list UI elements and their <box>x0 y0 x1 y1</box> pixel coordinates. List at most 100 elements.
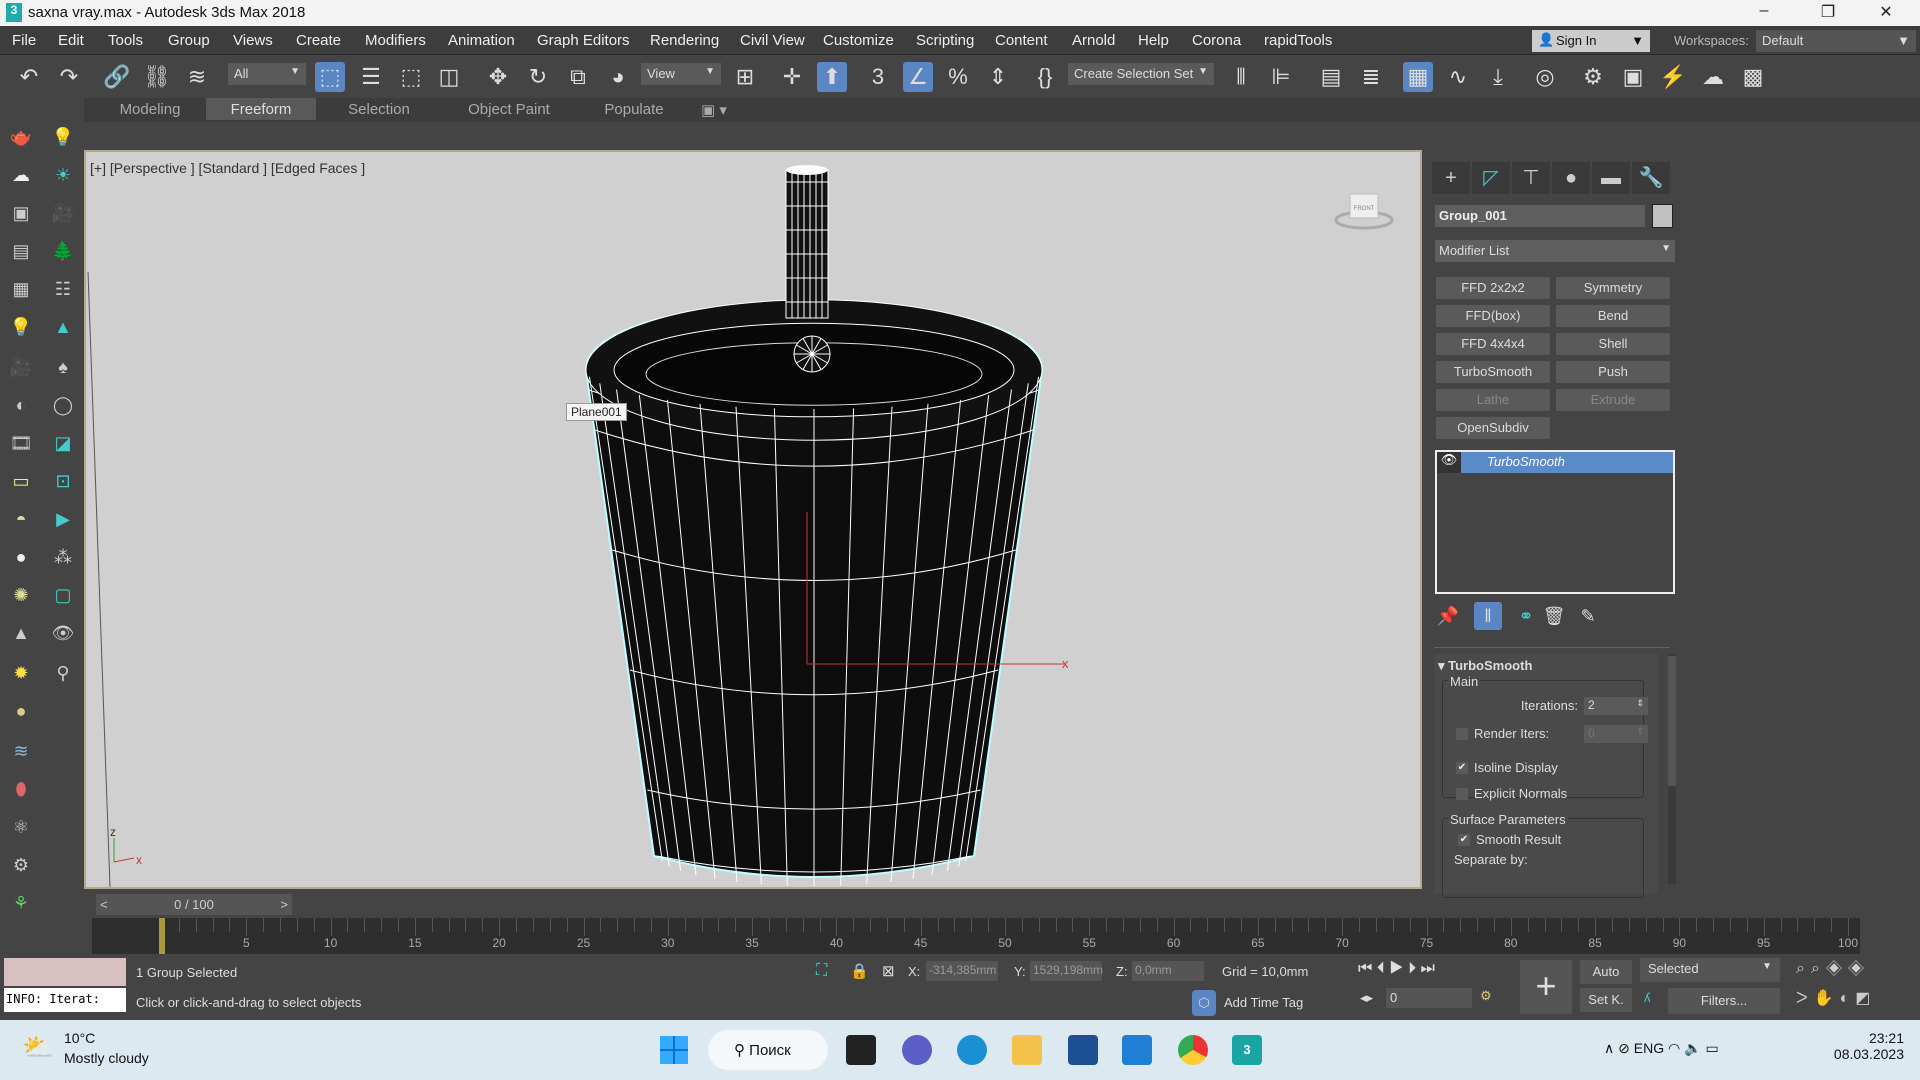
object-color-swatch[interactable] <box>1652 204 1673 228</box>
cloud-icon[interactable]: ☁ <box>8 162 34 188</box>
go-to-end-icon[interactable]: ⏭ <box>1421 960 1435 977</box>
rollout-title[interactable]: ▾ TurboSmooth <box>1438 658 1532 674</box>
bind-space-warp-icon[interactable]: ≋ <box>182 62 212 92</box>
menu-create[interactable]: Create <box>296 32 341 49</box>
redo-icon[interactable]: ↷ <box>54 62 84 92</box>
time-tag-icon[interactable]: ⬡ <box>1192 990 1216 1016</box>
clock[interactable]: 23:21 08.03.2023 <box>1820 1030 1904 1062</box>
eye-icon[interactable]: 👁 <box>1437 452 1461 473</box>
zoom-icon[interactable]: ⌕ <box>1796 960 1811 977</box>
tab-modeling[interactable]: Modeling <box>96 98 204 120</box>
menu-tools[interactable]: Tools <box>108 32 143 49</box>
render-cloud-icon[interactable]: ☁ <box>1698 62 1728 92</box>
group-icon[interactable]: ⁂ <box>50 544 76 570</box>
pill-icon[interactable]: ⬮ <box>8 776 34 802</box>
key-filter-dropdown[interactable]: Selected ▼ <box>1640 958 1780 982</box>
display-icon[interactable]: ▶ <box>50 506 76 532</box>
zoom-all-icon[interactable]: ⌕ <box>1811 960 1826 977</box>
menu-animation[interactable]: Animation <box>448 32 515 49</box>
sun-light-icon[interactable]: ✹ <box>8 660 34 686</box>
render-icon[interactable]: ◪ <box>50 430 76 456</box>
placement-icon[interactable]: ◕ <box>603 62 633 92</box>
panel-icon[interactable]: ▤ <box>8 238 34 264</box>
teapot-icon[interactable]: 🫖 <box>8 124 34 150</box>
create-selection-set-dropdown[interactable]: Create Selection Set ▼ <box>1068 63 1214 85</box>
list-icon[interactable]: ☷ <box>50 276 76 302</box>
light-bulb-icon[interactable]: 💡 <box>50 124 76 150</box>
menu-rendering[interactable]: Rendering <box>650 32 719 49</box>
cone-icon[interactable]: ▲ <box>8 620 34 646</box>
z-coordinate-field[interactable]: 0,0mm <box>1132 961 1204 981</box>
window-crossing-icon[interactable]: ◫ <box>434 62 464 92</box>
tab-selection[interactable]: Selection <box>324 98 434 120</box>
maxscript-listener[interactable] <box>4 958 126 986</box>
layer-icon[interactable]: ⊡ <box>50 468 76 494</box>
bulb-icon[interactable]: ⚲ <box>50 660 76 686</box>
smooth-result-checkbox[interactable]: ✔ <box>1458 834 1470 846</box>
auto-key-button[interactable]: Auto <box>1580 960 1632 984</box>
fov-icon[interactable]: ᐳ <box>1796 990 1814 1007</box>
render-setup-icon[interactable]: ⚙ <box>1578 62 1608 92</box>
weather-icon[interactable]: ⛅ <box>22 1032 54 1063</box>
mirror-icon[interactable]: ⫴ <box>1226 62 1256 92</box>
task-view-icon[interactable] <box>846 1035 876 1065</box>
render-iters-checkbox[interactable] <box>1456 728 1468 740</box>
rotate-icon[interactable]: ↻ <box>523 62 553 92</box>
menu-modifiers[interactable]: Modifiers <box>365 32 426 49</box>
hierarchy-tab-icon[interactable]: ⊤ <box>1512 162 1550 194</box>
show-end-result-icon[interactable]: ‖ <box>1474 602 1502 630</box>
y-coordinate-field[interactable]: 1529,198mm <box>1030 961 1103 981</box>
tab-object-paint[interactable]: Object Paint <box>444 98 574 120</box>
utilities-tab-icon[interactable]: 🔧 <box>1632 162 1670 194</box>
motion-tab-icon[interactable]: ● <box>1552 162 1590 194</box>
menu-civil-view[interactable]: Civil View <box>740 32 805 49</box>
frame-icon[interactable]: ▭ <box>8 468 34 494</box>
mail-icon[interactable] <box>1122 1035 1152 1065</box>
schematic-view-icon[interactable]: ⤓ <box>1483 62 1513 92</box>
select-manipulate-icon[interactable]: ✛ <box>777 62 807 92</box>
remove-modifier-icon[interactable]: 🗑 <box>1540 602 1568 630</box>
grass-icon[interactable]: ⚘ <box>8 890 34 916</box>
search-box[interactable]: ⚲ Поиск <box>708 1030 828 1070</box>
move-icon[interactable]: ✥ <box>483 62 513 92</box>
modifier-button[interactable]: FFD 2x2x2 <box>1436 277 1550 299</box>
display-tab-icon[interactable]: ▬ <box>1592 162 1630 194</box>
angle-snap-icon[interactable]: ∠ <box>903 62 933 92</box>
modifier-button[interactable]: Bend <box>1556 305 1670 327</box>
isoline-display-checkbox[interactable]: ✔ <box>1456 762 1468 774</box>
settings-icon[interactable]: ⚙ <box>8 852 34 878</box>
ribbon-options-icon[interactable]: ▣ ▾ <box>694 98 734 120</box>
edge-icon[interactable] <box>957 1035 987 1065</box>
spinner-snap-icon[interactable]: ⇕ <box>983 62 1013 92</box>
select-object-icon[interactable]: ⬚ <box>315 62 345 92</box>
perspective-viewport[interactable]: [+] [Perspective ] [Standard ] [Edged Fa… <box>84 150 1422 889</box>
set-key-button[interactable]: Set K. <box>1580 988 1632 1012</box>
isolate-selection-icon[interactable]: ⛶ <box>816 962 827 980</box>
vr-camera-icon[interactable]: 🎥 <box>8 354 34 380</box>
weather-temp[interactable]: 10°C <box>64 1030 95 1046</box>
key-mode-icon[interactable]: ◂▸ <box>1360 990 1373 1006</box>
window-icon[interactable]: ▢ <box>50 582 76 608</box>
modifier-list-dropdown[interactable]: Modifier List ▼ <box>1435 240 1675 262</box>
menu-scripting[interactable]: Scripting <box>916 32 974 49</box>
shader-icon[interactable]: ✺ <box>8 582 34 608</box>
close-button[interactable]: ✕ <box>1866 2 1906 22</box>
scale-icon[interactable]: ⧉ <box>563 62 593 92</box>
menu-arnold[interactable]: Arnold <box>1072 32 1115 49</box>
layer-explorer-icon[interactable]: ≣ <box>1356 62 1386 92</box>
align-icon[interactable]: ⊫ <box>1266 62 1296 92</box>
named-selection-icon[interactable]: {} <box>1030 62 1060 92</box>
material-editor-icon[interactable]: ◎ <box>1530 62 1560 92</box>
reference-coord-dropdown[interactable]: View ▼ <box>641 63 721 85</box>
hair-icon[interactable]: ≋ <box>8 738 34 764</box>
chrome-icon[interactable] <box>1178 1035 1208 1065</box>
sphere-icon[interactable]: ● <box>8 544 34 570</box>
menu-views[interactable]: Views <box>233 32 273 49</box>
sliders-icon[interactable]: ▦ <box>8 276 34 302</box>
key-filters-button[interactable]: Filters... <box>1668 988 1780 1014</box>
minimize-button[interactable]: – <box>1744 2 1784 20</box>
menu-corona[interactable]: Corona <box>1192 32 1241 49</box>
render-production-icon[interactable]: ⚡ <box>1658 62 1688 92</box>
chat-icon[interactable] <box>902 1035 932 1065</box>
light-lister-icon[interactable]: 💡 <box>8 314 34 340</box>
